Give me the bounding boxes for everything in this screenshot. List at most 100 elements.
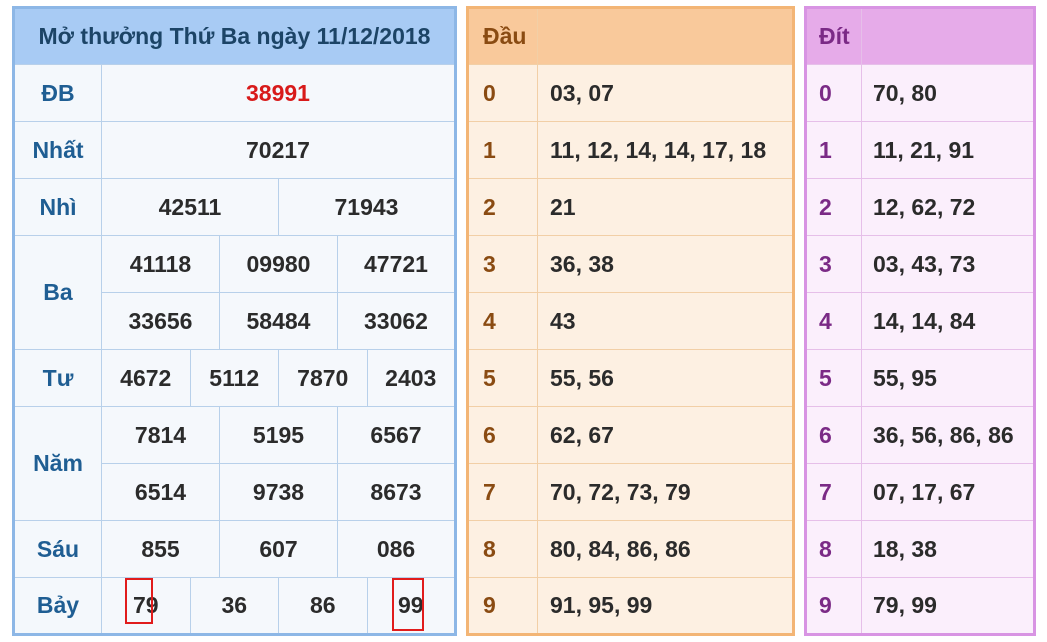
- prize-value: 47721: [337, 235, 456, 293]
- prize-label-sau: Sáu: [13, 520, 102, 578]
- highlighted-number: 99: [391, 578, 424, 631]
- dit-row: 8 18, 38: [805, 520, 1035, 578]
- prize-value-text: 99: [397, 592, 424, 618]
- dit-row: 1 11, 21, 91: [805, 121, 1035, 179]
- dau-row: 2 21: [467, 178, 794, 236]
- dit-digit: 1: [805, 121, 862, 179]
- dau-row: 0 03, 07: [467, 64, 794, 122]
- prize-value: 42511: [101, 178, 279, 236]
- prize-row-nam: Năm 7814 5195 6567: [13, 406, 456, 521]
- dit-numbers: 18, 38: [861, 520, 1035, 578]
- prize-value-highlighted: 99: [366, 577, 456, 635]
- dit-row: 5 55, 95: [805, 349, 1035, 407]
- dau-numbers: 62, 67: [537, 406, 794, 464]
- dau-digit: 8: [467, 520, 538, 578]
- prize-value: 86: [278, 577, 368, 635]
- dau-numbers: 43: [537, 292, 794, 350]
- results-table: Mở thưởng Thứ Ba ngày 11/12/2018 ĐB 3899…: [12, 6, 457, 636]
- prize-label-nhi: Nhì: [13, 178, 102, 236]
- dit-digit: 3: [805, 235, 862, 293]
- dit-row: 9 79, 99: [805, 577, 1035, 635]
- prize-value: 8673: [337, 463, 456, 521]
- dau-header: Đầu: [467, 7, 538, 65]
- prize-row-tu: Tư 4672 5112 7870 2403: [13, 349, 456, 407]
- dau-digit: 0: [467, 64, 538, 122]
- dit-row: 3 03, 43, 73: [805, 235, 1035, 293]
- highlighted-number: 79: [124, 578, 159, 624]
- dau-row: 1 11, 12, 14, 14, 17, 18: [467, 121, 794, 179]
- dit-row: 4 14, 14, 84: [805, 292, 1035, 350]
- dau-row: 9 91, 95, 99: [467, 577, 794, 635]
- dau-digit: 6: [467, 406, 538, 464]
- prize-label-nhat: Nhất: [13, 121, 102, 179]
- dit-digit: 0: [805, 64, 862, 122]
- prize-row-bay: Bảy 79 36 86 99: [13, 577, 456, 635]
- dau-digit: 1: [467, 121, 538, 179]
- prize-row-ba: Ba 41118 09980 47721: [13, 235, 456, 350]
- results-title: Mở thưởng Thứ Ba ngày 11/12/2018: [13, 7, 456, 65]
- prize-value: 58484: [219, 292, 338, 350]
- dit-row: 7 07, 17, 67: [805, 463, 1035, 521]
- prize-value-text: 79: [132, 592, 159, 618]
- dit-row: 2 12, 62, 72: [805, 178, 1035, 236]
- prize-value: 7870: [278, 349, 368, 407]
- dau-digit: 2: [467, 178, 538, 236]
- prize-value-highlighted: 79: [101, 577, 191, 635]
- dau-row: 6 62, 67: [467, 406, 794, 464]
- dau-row: 8 80, 84, 86, 86: [467, 520, 794, 578]
- dit-numbers: 12, 62, 72: [861, 178, 1035, 236]
- prize-value: 7814: [101, 406, 220, 464]
- dau-numbers: 91, 95, 99: [537, 577, 794, 635]
- prize-value: 41118: [101, 235, 220, 293]
- dit-numbers: 70, 80: [861, 64, 1035, 122]
- dau-numbers: 80, 84, 86, 86: [537, 520, 794, 578]
- dit-digit: 7: [805, 463, 862, 521]
- prize-value: 9738: [219, 463, 338, 521]
- dau-digit: 3: [467, 235, 538, 293]
- dau-digit: 7: [467, 463, 538, 521]
- dit-numbers: 11, 21, 91: [861, 121, 1035, 179]
- prize-label-db: ĐB: [13, 64, 102, 122]
- prize-value: 33062: [337, 292, 456, 350]
- dit-digit: 4: [805, 292, 862, 350]
- prize-value: 36: [189, 577, 279, 635]
- prize-value: 70217: [101, 121, 456, 179]
- prize-value: 607: [219, 520, 338, 578]
- dit-numbers: 55, 95: [861, 349, 1035, 407]
- prize-value: 2403: [366, 349, 456, 407]
- dit-numbers: 03, 43, 73: [861, 235, 1035, 293]
- dit-digit: 5: [805, 349, 862, 407]
- prize-value: 6514: [101, 463, 220, 521]
- dit-numbers: 79, 99: [861, 577, 1035, 635]
- dit-digit: 6: [805, 406, 862, 464]
- prize-label-tu: Tư: [13, 349, 102, 407]
- dau-numbers: 03, 07: [537, 64, 794, 122]
- dit-digit: 2: [805, 178, 862, 236]
- dau-numbers: 36, 38: [537, 235, 794, 293]
- prize-value: 086: [337, 520, 456, 578]
- prize-value: 5195: [219, 406, 338, 464]
- prize-value: 33656: [101, 292, 220, 350]
- special-prize-value: 38991: [101, 64, 456, 122]
- dit-digit: 9: [805, 577, 862, 635]
- dit-row: 0 70, 80: [805, 64, 1035, 122]
- dit-numbers: 14, 14, 84: [861, 292, 1035, 350]
- dit-numbers: 36, 56, 86, 86: [861, 406, 1035, 464]
- dau-row: 7 70, 72, 73, 79: [467, 463, 794, 521]
- dau-numbers: 70, 72, 73, 79: [537, 463, 794, 521]
- prize-value: 09980: [219, 235, 338, 293]
- dit-header: Đít: [805, 7, 862, 65]
- dit-header-blank: [861, 7, 1035, 65]
- prize-value: 855: [101, 520, 220, 578]
- prize-row-nhi: Nhì 42511 71943: [13, 178, 456, 236]
- dau-row: 5 55, 56: [467, 349, 794, 407]
- prize-value: 5112: [189, 349, 279, 407]
- prize-value: 6567: [337, 406, 456, 464]
- dau-header-blank: [537, 7, 794, 65]
- dit-row: 6 36, 56, 86, 86: [805, 406, 1035, 464]
- dau-numbers: 11, 12, 14, 14, 17, 18: [537, 121, 794, 179]
- dau-row: 4 43: [467, 292, 794, 350]
- prize-value: 4672: [101, 349, 191, 407]
- prize-label-nam: Năm: [13, 406, 102, 521]
- prize-value: 71943: [278, 178, 456, 236]
